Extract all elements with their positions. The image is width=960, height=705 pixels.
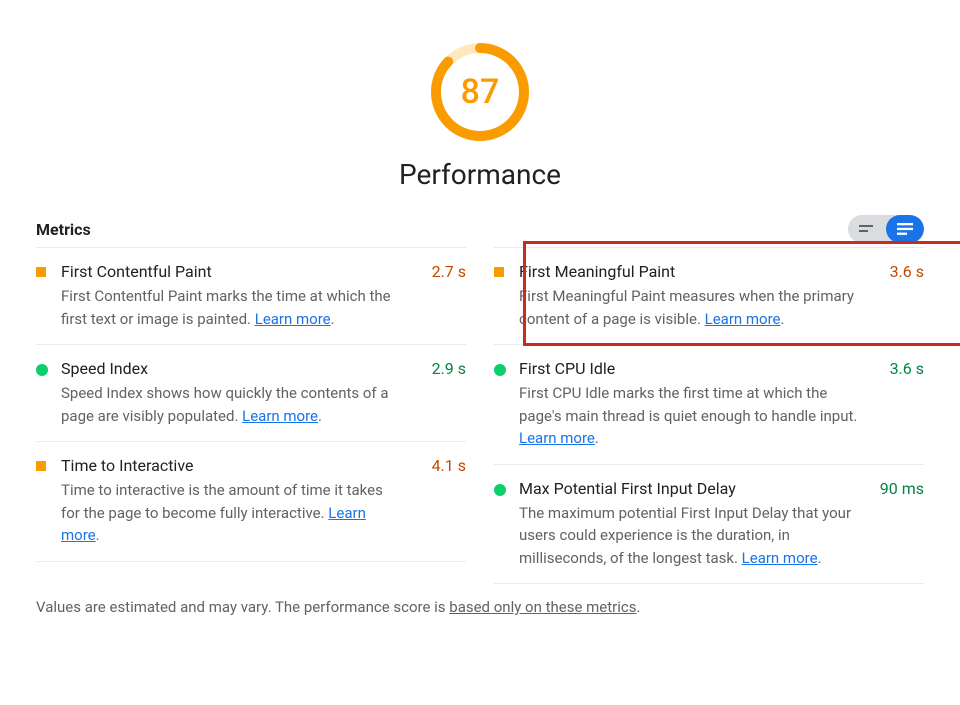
metric-body: Speed Index Speed Index shows how quickly… <box>61 359 416 427</box>
metric-desc-text: First Meaningful Paint measures when the… <box>519 287 854 328</box>
metric-desc-suffix: . <box>818 549 822 567</box>
score-gauge: 87 <box>428 40 532 144</box>
toggle-compact-button[interactable] <box>848 215 886 243</box>
metric-title: Time to Interactive <box>61 456 404 475</box>
metric-desc-text: First Contentful Paint marks the time at… <box>61 287 391 328</box>
metric-value: 3.6 s <box>874 262 924 330</box>
metric-value: 2.9 s <box>416 359 466 427</box>
metric-description: Speed Index shows how quickly the conten… <box>61 382 404 427</box>
compact-view-icon <box>858 222 876 236</box>
expanded-view-icon <box>896 222 914 236</box>
metric-value: 2.7 s <box>416 262 466 330</box>
learn-more-link[interactable]: Learn more <box>242 407 318 425</box>
metric-left-2: Time to Interactive Time to interactive i… <box>36 441 466 562</box>
status-warn-icon <box>494 262 519 330</box>
metric-title: First Meaningful Paint <box>519 262 862 281</box>
metric-description: First Contentful Paint marks the time at… <box>61 285 404 330</box>
metric-body: First CPU Idle First CPU Idle marks the f… <box>519 359 874 450</box>
metric-left-0: First Contentful Paint First Contentful P… <box>36 247 466 344</box>
footnote: Values are estimated and may vary. The p… <box>36 598 924 616</box>
metric-desc-text: First CPU Idle marks the first time at w… <box>519 384 857 425</box>
metrics-grid: First Contentful Paint First Contentful P… <box>36 247 924 584</box>
metric-desc-suffix: . <box>318 407 322 425</box>
metric-left-1: Speed Index Speed Index shows how quickly… <box>36 344 466 441</box>
page-title: Performance <box>399 158 561 191</box>
learn-more-link[interactable]: Learn more <box>705 310 781 328</box>
status-pass-icon <box>36 359 61 427</box>
metric-body: First Meaningful Paint First Meaningful P… <box>519 262 874 330</box>
metric-body: Max Potential First Input Delay The maxim… <box>519 479 874 570</box>
footnote-link[interactable]: based only on these metrics <box>449 598 636 616</box>
footnote-prefix: Values are estimated and may vary. The p… <box>36 598 449 616</box>
learn-more-link[interactable]: Learn more <box>519 429 595 447</box>
metric-body: Time to Interactive Time to interactive i… <box>61 456 416 547</box>
metric-body: First Contentful Paint First Contentful P… <box>61 262 416 330</box>
performance-header: 87 Performance <box>36 40 924 191</box>
metric-description: First CPU Idle marks the first time at w… <box>519 382 862 450</box>
footnote-suffix: . <box>636 598 640 616</box>
metric-title: Speed Index <box>61 359 404 378</box>
learn-more-link[interactable]: Learn more <box>255 310 331 328</box>
status-warn-icon <box>36 456 61 547</box>
view-toggle <box>848 215 924 243</box>
metric-description: The maximum potential First Input Delay … <box>519 502 862 570</box>
toggle-expanded-button[interactable] <box>886 215 924 243</box>
metric-desc-suffix: . <box>96 526 100 544</box>
metric-title: First CPU Idle <box>519 359 862 378</box>
metric-desc-suffix: . <box>331 310 335 328</box>
metric-desc-suffix: . <box>781 310 785 328</box>
metric-desc-text: Speed Index shows how quickly the conten… <box>61 384 389 425</box>
metric-right-2: Max Potential First Input Delay The maxim… <box>494 464 924 585</box>
metric-value: 3.6 s <box>874 359 924 450</box>
metric-value: 90 ms <box>874 479 924 570</box>
metric-value: 4.1 s <box>416 456 466 547</box>
metric-description: Time to interactive is the amount of tim… <box>61 479 404 547</box>
status-warn-icon <box>36 262 61 330</box>
status-pass-icon <box>494 479 519 570</box>
metric-title: Max Potential First Input Delay <box>519 479 862 498</box>
learn-more-link[interactable]: Learn more <box>742 549 818 567</box>
metric-desc-suffix: . <box>595 429 599 447</box>
score-value: 87 <box>428 40 532 144</box>
metric-description: First Meaningful Paint measures when the… <box>519 285 862 330</box>
metric-title: First Contentful Paint <box>61 262 404 281</box>
metric-right-1: First CPU Idle First CPU Idle marks the f… <box>494 344 924 464</box>
metrics-heading: Metrics <box>36 220 91 239</box>
status-pass-icon <box>494 359 519 450</box>
metric-right-0: First Meaningful Paint First Meaningful P… <box>494 247 924 344</box>
